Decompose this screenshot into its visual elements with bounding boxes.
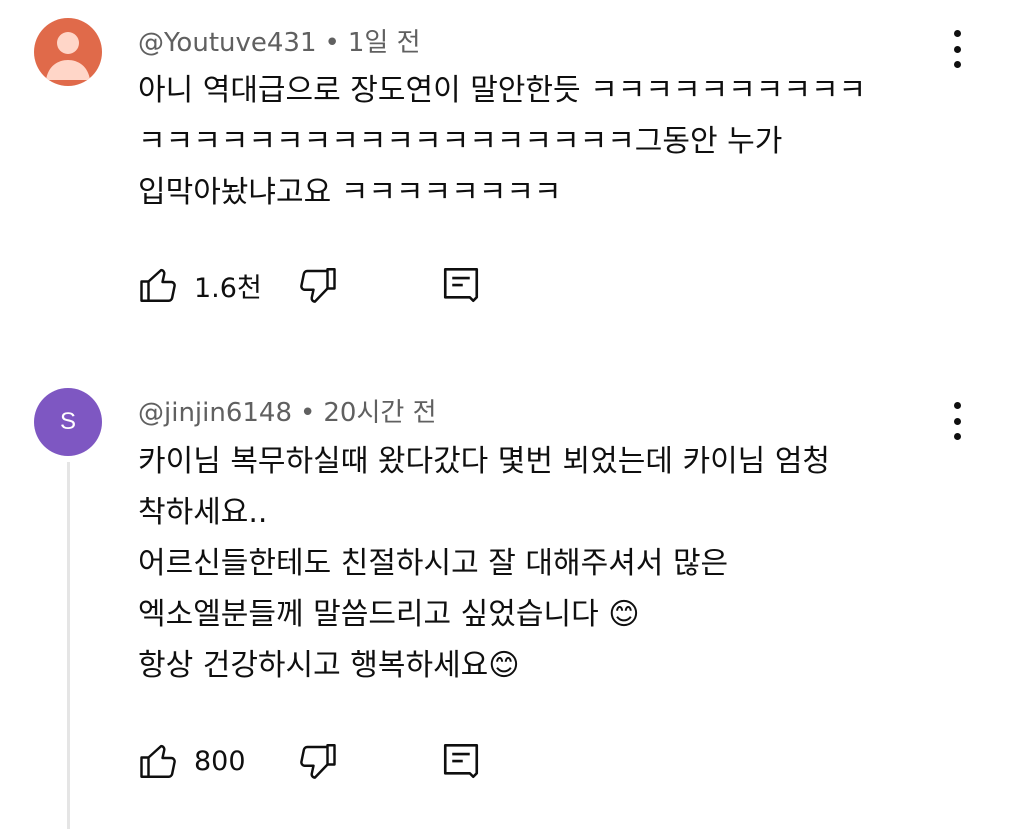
dislike-button[interactable]: [296, 740, 338, 782]
thumb-up-icon: [140, 744, 176, 778]
like-button[interactable]: 1.6천: [138, 264, 262, 306]
thumb-down-icon: [300, 268, 336, 303]
avatar-initial: S: [59, 408, 76, 435]
reply-button[interactable]: [440, 740, 482, 782]
reply-thread-line: [67, 462, 70, 829]
thumb-up-icon: [140, 268, 176, 302]
reply-icon: [443, 267, 479, 303]
more-vertical-icon: [953, 30, 961, 37]
avatar-default[interactable]: [34, 18, 102, 86]
meta-separator: •: [324, 28, 340, 58]
like-count: 800: [194, 745, 246, 777]
comment-meta: @Youtuve431 • 1일 전: [138, 22, 421, 59]
like-count: 1.6천: [194, 272, 262, 304]
more-options-button[interactable]: [945, 398, 969, 444]
thumb-down-icon: [300, 744, 336, 779]
reply-icon: [443, 743, 479, 779]
author-name[interactable]: @jinjin6148: [138, 398, 292, 428]
comment-actions: 1.6천: [138, 264, 538, 308]
comment-meta: @jinjin6148 • 20시간 전: [138, 392, 436, 429]
like-button[interactable]: 800: [138, 740, 246, 782]
dislike-button[interactable]: [296, 264, 338, 306]
more-options-button[interactable]: [945, 26, 969, 72]
meta-separator: •: [300, 398, 316, 428]
more-dot: [953, 417, 961, 425]
comment-actions: 800: [138, 740, 538, 784]
comment-text: 아니 역대급으로 장도연이 말안한듯 ㅋㅋㅋㅋㅋㅋㅋㅋㅋㅋ ㅋㅋㅋㅋㅋㅋㅋㅋㅋㅋ…: [138, 73, 867, 210]
comment-time[interactable]: 20시간 전: [323, 398, 436, 428]
reply-button[interactable]: [440, 264, 482, 306]
avatar-letter[interactable]: S: [34, 388, 102, 456]
more-dot: [953, 45, 961, 53]
user-silhouette-icon: [46, 32, 90, 80]
comment-text: 카이님 복무하실때 왔다갔다 몇번 뵈었는데 카이님 엄청 착하세요.. 어르신…: [138, 444, 831, 683]
author-name[interactable]: @Youtuve431: [138, 28, 317, 58]
more-dot: [953, 433, 961, 440]
more-vertical-icon: [953, 402, 961, 409]
comment-time[interactable]: 1일 전: [348, 28, 421, 58]
more-dot: [953, 61, 961, 68]
